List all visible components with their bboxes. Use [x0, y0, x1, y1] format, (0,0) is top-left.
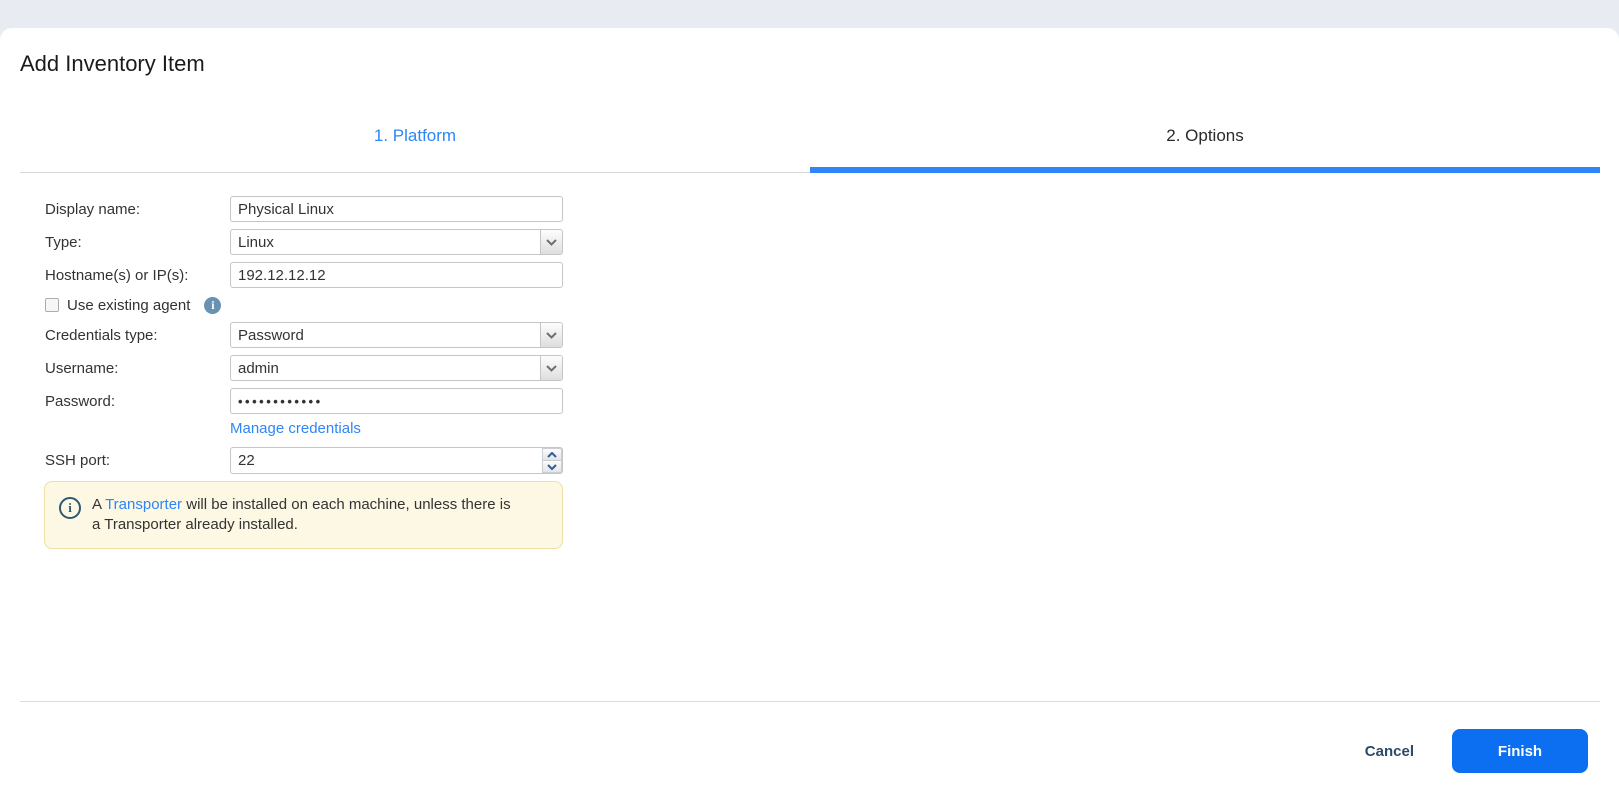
manage-credentials-link[interactable]: Manage credentials	[230, 420, 361, 437]
credentials-type-row: Credentials type:	[45, 322, 1619, 348]
dialog-footer: Cancel Finish	[20, 701, 1600, 800]
ssh-port-spinner	[542, 448, 562, 473]
transporter-note: i A Transporter will be installed on eac…	[44, 481, 563, 549]
info-outline-icon: i	[59, 497, 81, 519]
wizard-tabstrip: 1. Platform 2. Options	[20, 126, 1600, 173]
chevron-down-icon	[546, 332, 557, 339]
credentials-type-label: Credentials type:	[45, 327, 230, 344]
note-prefix: A	[92, 496, 105, 513]
hostname-field[interactable]	[230, 262, 563, 288]
chevron-up-icon	[547, 452, 557, 458]
use-existing-agent-label[interactable]: Use existing agent	[67, 297, 190, 314]
type-select-trigger[interactable]	[540, 230, 562, 254]
ssh-port-row: SSH port:	[45, 447, 1619, 474]
password-field[interactable]	[230, 388, 563, 414]
type-row: Type:	[45, 229, 1619, 255]
use-existing-agent-row: Use existing agent i	[45, 295, 1619, 315]
display-name-label: Display name:	[45, 201, 230, 218]
finish-button[interactable]: Finish	[1452, 729, 1588, 773]
tab-options[interactable]: 2. Options	[810, 126, 1600, 173]
username-select-trigger[interactable]	[540, 356, 562, 380]
username-label: Username:	[45, 360, 230, 377]
manage-credentials-row: Manage credentials	[45, 421, 1619, 437]
spinner-up-button[interactable]	[542, 448, 562, 460]
display-name-row: Display name:	[45, 196, 1619, 222]
dialog-title: Add Inventory Item	[20, 52, 1619, 76]
transporter-link[interactable]: Transporter	[105, 496, 182, 513]
type-label: Type:	[45, 234, 230, 251]
options-form: Display name: Type: Hostname(s) or IP(s)…	[0, 196, 1619, 549]
chevron-down-icon	[546, 239, 557, 246]
password-label: Password:	[45, 393, 230, 410]
tab-platform-label: 1. Platform	[374, 126, 456, 145]
ssh-port-field[interactable]	[230, 447, 563, 474]
hostname-label: Hostname(s) or IP(s):	[45, 267, 230, 284]
chevron-down-icon	[547, 464, 557, 470]
credentials-type-select[interactable]	[230, 322, 563, 348]
display-name-field[interactable]	[230, 196, 563, 222]
ssh-port-label: SSH port:	[45, 452, 230, 469]
username-select[interactable]	[230, 355, 563, 381]
add-inventory-item-dialog: Add Inventory Item 1. Platform 2. Option…	[0, 28, 1619, 800]
cancel-button[interactable]: Cancel	[1355, 737, 1424, 766]
spinner-down-button[interactable]	[542, 460, 562, 473]
tab-options-label: 2. Options	[1166, 126, 1244, 145]
info-icon[interactable]: i	[204, 297, 221, 314]
password-row: Password:	[45, 388, 1619, 414]
use-existing-agent-checkbox[interactable]	[45, 298, 59, 312]
hostname-row: Hostname(s) or IP(s):	[45, 262, 1619, 288]
tab-platform[interactable]: 1. Platform	[20, 126, 810, 173]
type-select[interactable]	[230, 229, 563, 255]
chevron-down-icon	[546, 365, 557, 372]
username-row: Username:	[45, 355, 1619, 381]
credentials-type-select-trigger[interactable]	[540, 323, 562, 347]
transporter-note-text: A Transporter will be installed on each …	[92, 495, 522, 535]
